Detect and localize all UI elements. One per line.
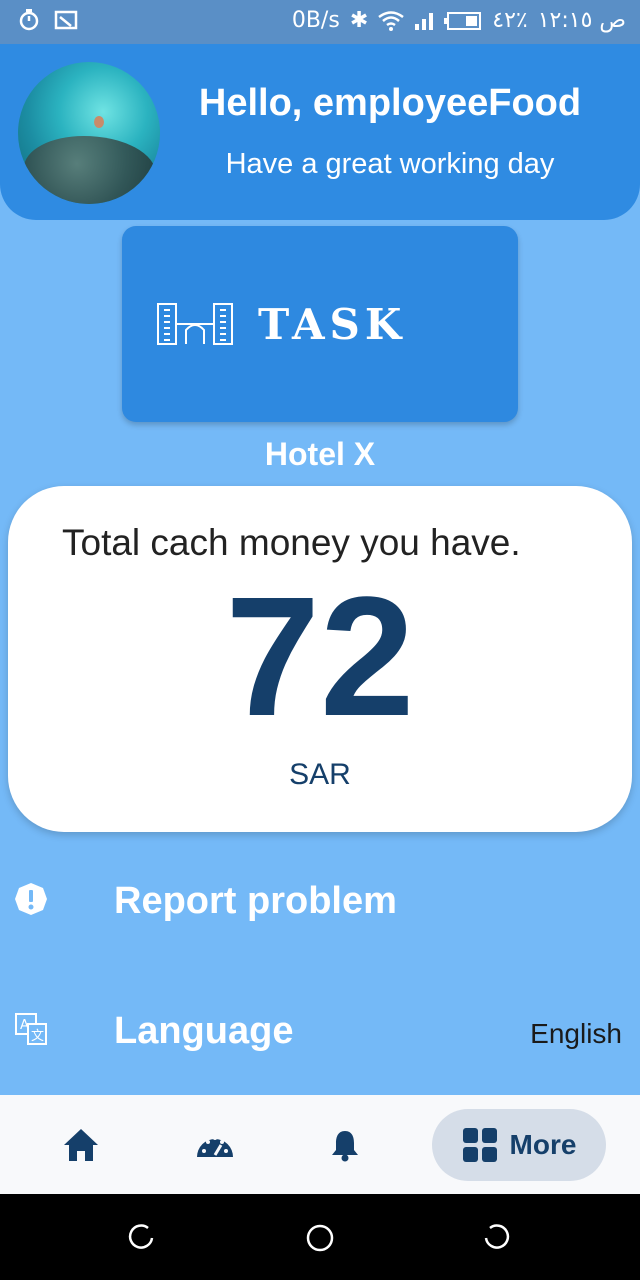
bluetooth-icon: ✱	[349, 8, 369, 33]
home-circle-icon[interactable]	[305, 1223, 335, 1253]
language-label: Language	[114, 1010, 294, 1052]
cash-balance-currency: SAR	[289, 758, 351, 791]
bottom-navigation: More	[0, 1095, 640, 1194]
system-navigation-bar	[0, 1194, 640, 1280]
hotel-building-icon	[157, 303, 233, 345]
language-row[interactable]: A 文 Language English	[0, 998, 640, 1068]
greeting-subtitle: Have a great working day	[225, 148, 555, 180]
nav-notifications[interactable]	[322, 1115, 368, 1175]
net-speed: 0B/s	[291, 8, 340, 33]
report-problem-row[interactable]: Report problem	[0, 868, 640, 938]
translate-icon: A 文	[15, 1013, 47, 1045]
recent-apps-icon[interactable]	[128, 1224, 156, 1252]
wifi-icon	[378, 10, 404, 31]
nav-more-label: More	[509, 1129, 577, 1160]
bell-icon	[332, 1131, 358, 1162]
logo-text: TASK	[258, 300, 407, 349]
battery-percent: ٤٢٪	[492, 8, 528, 33]
timer-icon	[19, 9, 39, 31]
alert-circle-icon	[15, 883, 47, 915]
hotel-name: Hotel X	[264, 436, 376, 472]
avatar[interactable]	[18, 62, 160, 204]
back-icon[interactable]	[482, 1224, 510, 1252]
profile-header: Hello, employeeFood Have a great working…	[0, 44, 640, 220]
hotel-logo-card: TASK	[122, 226, 518, 422]
cast-icon	[54, 10, 78, 30]
nav-home[interactable]	[56, 1115, 106, 1175]
status-bar: 0B/s ✱ ٤٢٪ ص ١٢:١٥	[0, 0, 640, 44]
signal-icon	[415, 12, 434, 30]
nav-dashboard[interactable]	[190, 1115, 240, 1175]
battery-icon	[444, 11, 482, 30]
grid-icon	[462, 1128, 497, 1162]
cash-balance-label: Total cach money you have.	[62, 522, 521, 563]
home-icon	[64, 1129, 98, 1161]
greeting-title: Hello, employeeFood	[198, 82, 582, 124]
cash-balance-card: Total cach money you have. 72 SAR	[8, 486, 632, 832]
report-problem-label: Report problem	[114, 880, 397, 922]
speedometer-icon	[197, 1136, 233, 1157]
cash-balance-amount: 72	[225, 562, 415, 752]
clock: ص ١٢:١٥	[537, 8, 626, 33]
svg-text:文: 文	[31, 1029, 44, 1044]
language-value[interactable]: English	[530, 1018, 622, 1050]
nav-more[interactable]: More	[432, 1109, 606, 1181]
